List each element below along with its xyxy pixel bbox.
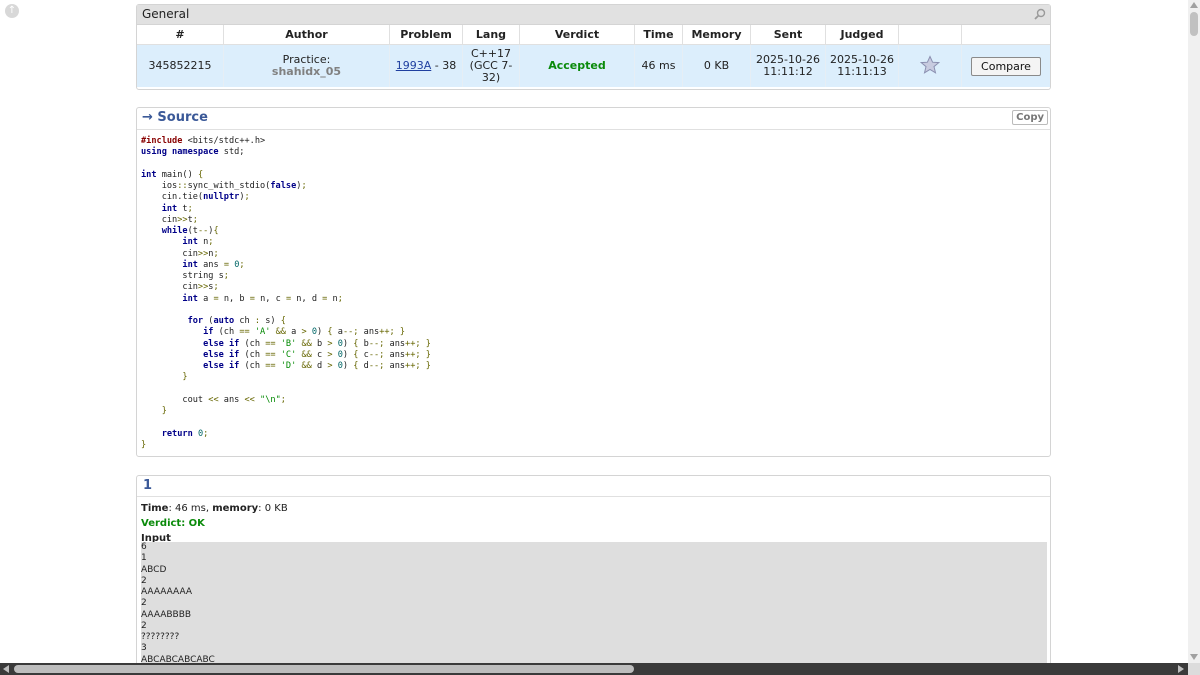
memory-cell: 0 KB [682, 44, 751, 87]
table-header-row: # Author Problem Lang Verdict Time Memor… [137, 25, 1050, 45]
submission-id: 345852215 [137, 44, 224, 87]
memory-label: memory [212, 503, 259, 514]
input-line: ???????? [141, 632, 180, 642]
author-handle-link[interactable]: shahidx_05 [224, 66, 389, 78]
scroll-down-arrow-icon[interactable] [1190, 654, 1198, 660]
test-header: 1 [137, 476, 1050, 497]
verdict-cell: Accepted [519, 44, 635, 87]
scroll-up-arrow-icon[interactable] [1190, 2, 1198, 8]
input-line: 2 [141, 575, 147, 586]
test-info: Time: 46 ms, memory: 0 KB Verdict: OK In… [141, 501, 288, 546]
source-code: #include <bits/stdc++.h> using namespace… [141, 136, 431, 450]
table-row: 345852215 Practice: shahidx_05 1993A - 3… [137, 44, 1050, 87]
search-icon[interactable] [1034, 8, 1046, 20]
input-line: 3 [141, 643, 147, 654]
favourite-cell [898, 44, 962, 87]
col-header-id: # [137, 25, 224, 45]
col-header-judged: Judged [825, 25, 899, 45]
general-header: General [137, 5, 1050, 25]
submission-table: # Author Problem Lang Verdict Time Memor… [137, 25, 1050, 87]
problem-link[interactable]: 1993A [396, 59, 432, 72]
scrollbar-corner [1188, 663, 1200, 675]
input-line: AAAABBBB [141, 609, 192, 620]
author-cell: Practice: shahidx_05 [223, 44, 390, 87]
col-header-lang: Lang [462, 25, 520, 45]
input-line: 2 [141, 620, 147, 631]
input-line: 6 [141, 542, 147, 552]
scroll-right-arrow-icon[interactable] [1178, 665, 1184, 673]
time-cell: 46 ms [634, 44, 683, 87]
source-header: → Source Copy [137, 108, 1050, 130]
compare-cell: Compare [961, 44, 1050, 87]
col-header-author: Author [223, 25, 390, 45]
test-panel: 1 Time: 46 ms, memory: 0 KB Verdict: OK … [136, 475, 1051, 675]
input-content: 6 1 ABCD 2 AAAAAAAA 2 AAAABBBB 2 ???????… [141, 542, 1047, 666]
lang-cell: C++17 (GCC 7-32) [462, 44, 520, 87]
input-line: AAAAAAAA [141, 587, 193, 597]
memory-value: : 0 KB [258, 503, 288, 514]
test-verdict: Verdict: OK [141, 518, 205, 529]
col-header-favourite [898, 25, 962, 45]
time-value: : 46 ms, [168, 503, 213, 514]
col-header-time: Time [634, 25, 683, 45]
star-icon[interactable] [919, 54, 941, 75]
input-line: 2 [141, 598, 147, 609]
horizontal-scroll-thumb[interactable] [14, 665, 634, 673]
general-panel: General # Author Problem Lang Verdict Ti… [136, 4, 1051, 90]
input-line: 1 [141, 553, 147, 564]
judged-cell: 2025-10-26 11:11:13 [825, 44, 899, 87]
general-title: General [142, 7, 190, 21]
sent-cell: 2025-10-26 11:11:12 [750, 44, 826, 87]
col-header-verdict: Verdict [519, 25, 635, 45]
vertical-scrollbar[interactable] [1188, 0, 1200, 663]
problem-suffix: - 38 [431, 59, 457, 72]
time-label: Time [141, 503, 169, 514]
scroll-left-arrow-icon[interactable] [3, 665, 9, 673]
source-panel: → Source Copy #include <bits/stdc++.h> u… [136, 107, 1051, 457]
problem-cell: 1993A - 38 [389, 44, 463, 87]
compare-button[interactable]: Compare [971, 56, 1041, 76]
vertical-scroll-thumb[interactable] [1190, 12, 1198, 36]
copy-button[interactable]: Copy [1012, 110, 1048, 125]
input-line: ABCD [141, 564, 167, 575]
horizontal-scrollbar[interactable] [0, 663, 1188, 675]
col-header-compare [961, 25, 1050, 45]
source-title: → Source [142, 110, 208, 125]
col-header-problem: Problem [389, 25, 463, 45]
scroll-top-icon[interactable]: ↑ [5, 4, 19, 18]
test-number: 1 [143, 478, 153, 493]
col-header-sent: Sent [750, 25, 826, 45]
input-box: 6 1 ABCD 2 AAAAAAAA 2 AAAABBBB 2 ???????… [141, 542, 1047, 672]
test-time-memory: Time: 46 ms, memory: 0 KB [141, 501, 288, 516]
col-header-memory: Memory [682, 25, 751, 45]
